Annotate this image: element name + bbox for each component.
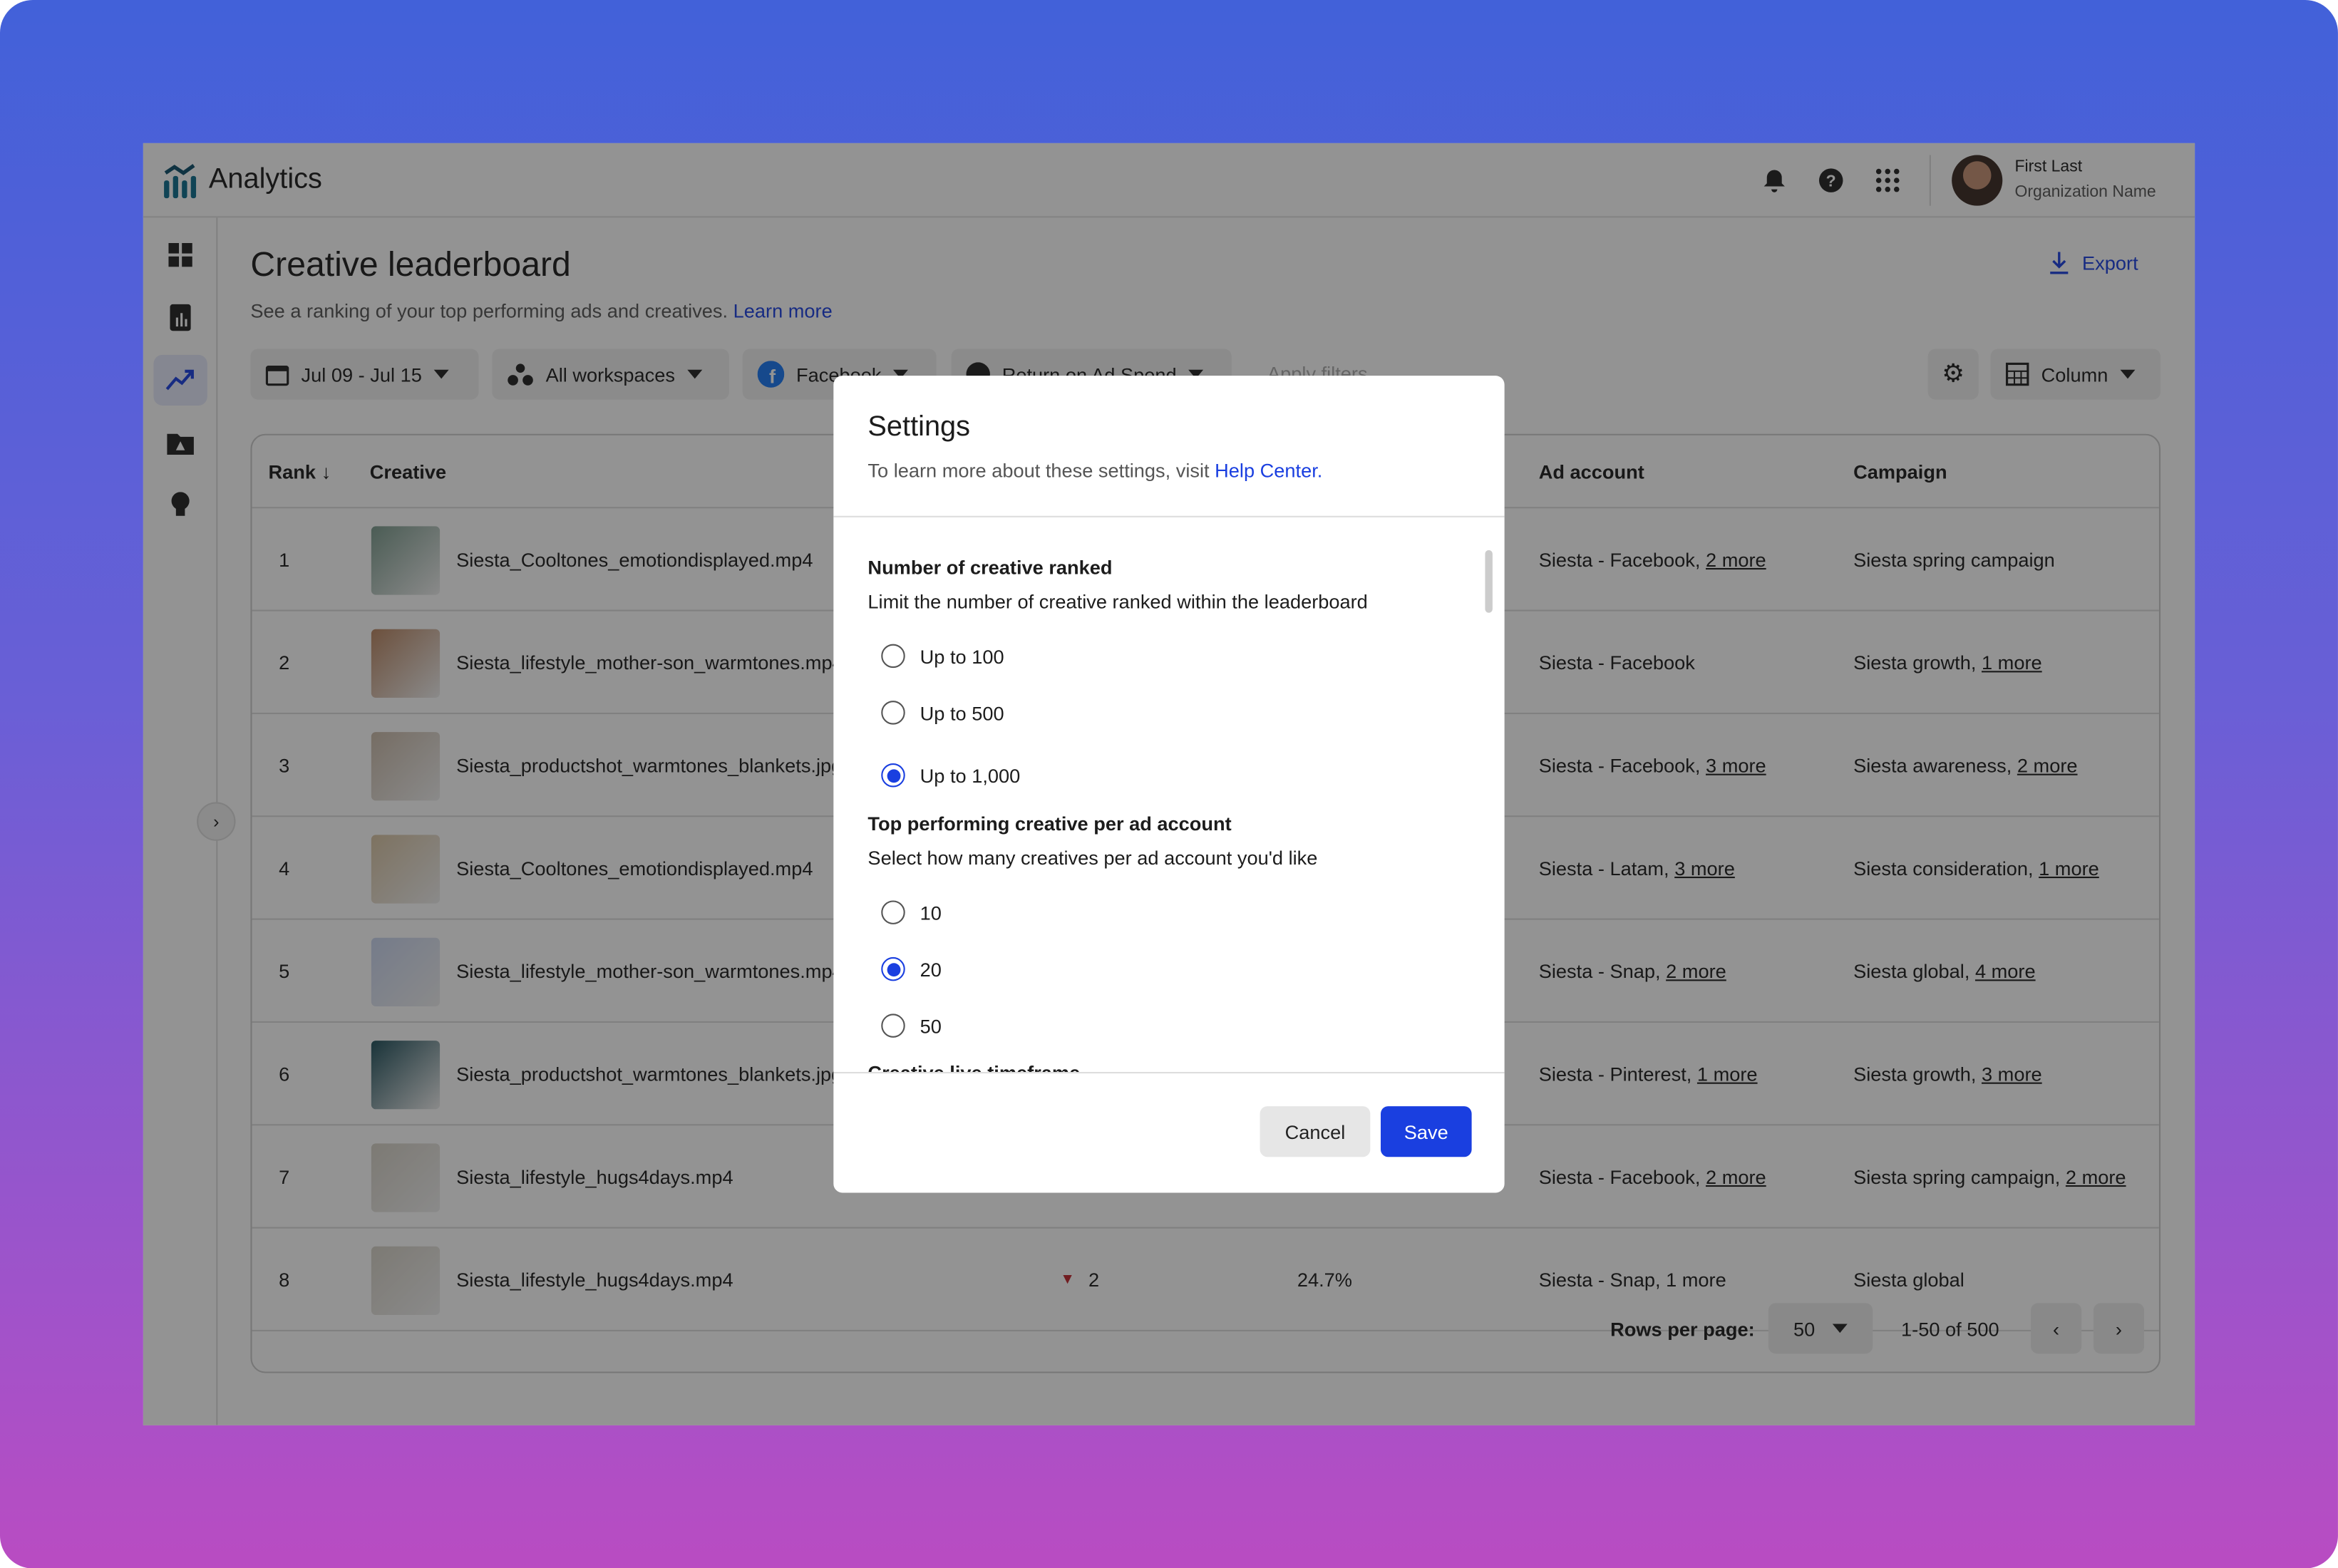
radio-button[interactable] [881,644,905,669]
radio-option[interactable]: Up to 1,000 [881,763,1021,788]
radio-option[interactable]: 10 [881,900,942,924]
radio-button[interactable] [881,956,905,981]
section-description: Limit the number of creative ranked with… [867,590,1368,613]
radio-button[interactable] [881,900,905,924]
radio-option[interactable]: Up to 100 [881,644,1004,669]
settings-dialog: Settings To learn more about these setti… [833,376,1505,1193]
radio-label: 10 [920,901,942,924]
radio-label: 20 [920,957,942,981]
scrollbar[interactable] [1485,550,1493,613]
dialog-description: To learn more about these settings, visi… [867,459,1215,482]
section-title: Top performing creative per ad account [867,813,1232,835]
section-description: Select how many creatives per ad account… [867,847,1318,870]
radio-label: 50 [920,1014,942,1037]
help-center-link[interactable]: Help Center. [1215,459,1322,481]
radio-button[interactable] [881,1013,905,1038]
dialog-body: Number of creative ranked Limit the numbe… [833,517,1505,1074]
section-title: Creative live timeframe [867,1061,1081,1074]
cancel-button[interactable]: Cancel [1260,1106,1371,1157]
radio-label: Up to 1,000 [920,764,1021,787]
radio-label: Up to 100 [920,644,1004,668]
dialog-title: Settings [867,411,971,443]
section-title: Number of creative ranked [867,556,1113,579]
radio-option[interactable]: Up to 500 [881,701,1004,725]
radio-button[interactable] [881,763,905,788]
radio-option[interactable]: 50 [881,1013,942,1038]
radio-option[interactable]: 20 [881,956,942,981]
save-button[interactable]: Save [1381,1106,1472,1157]
radio-label: Up to 500 [920,701,1004,724]
radio-button[interactable] [881,701,905,725]
